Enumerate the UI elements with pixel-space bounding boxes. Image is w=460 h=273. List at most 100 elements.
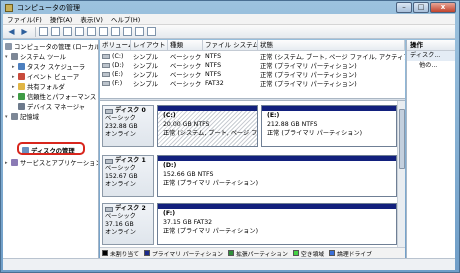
tree-item-device-manager[interactable]: デバイス マネージャ	[18, 102, 85, 111]
actions-pane: 操作 ディスク... 他の...	[406, 40, 455, 258]
disk-label[interactable]: ディスク 0 ベーシック 232.88 GB オンライン	[102, 105, 154, 147]
status-cell: 正常 (プライマリ パーティション)	[260, 81, 357, 88]
forward-button[interactable]: ▶	[19, 27, 30, 37]
disk-row-0: ディスク 0 ベーシック 232.88 GB オンライン (C:) 20.00 …	[100, 103, 398, 151]
disk-status: オンライン	[105, 131, 136, 138]
tree-label: コンピュータの管理 (ローカル)	[14, 44, 99, 51]
table-row[interactable]: (C:) シンプル ベーシック NTFS 正常 (システム, ブート, ページ …	[100, 52, 405, 61]
tree-item-computer-management[interactable]: コンピュータの管理 (ローカル)	[5, 42, 99, 51]
disk-label[interactable]: ディスク 2 ベーシック 37.16 GB オンライン	[102, 203, 154, 245]
table-row[interactable]: (F:) シンプル ベーシック FAT32 正常 (プライマリ パーティション)	[100, 79, 405, 88]
menu-action[interactable]: 操作(A)	[46, 14, 77, 24]
delete-icon[interactable]	[135, 27, 144, 36]
table-row[interactable]: (E:) シンプル ベーシック NTFS 正常 (プライマリ パーティション)	[100, 70, 405, 79]
disk-name-row: ディスク 2	[105, 205, 151, 213]
minimize-button[interactable]: –	[396, 2, 412, 13]
type-cell: ベーシック	[170, 72, 202, 79]
performance-icon	[18, 93, 25, 100]
disk-size: 37.16 GB	[105, 221, 134, 228]
tree-item-reliability-performance[interactable]: ▸ 信頼性とパフォーマンス	[12, 92, 96, 101]
column-header-type[interactable]: 種類	[168, 40, 203, 50]
volume-list: (C:) シンプル ベーシック NTFS 正常 (システム, ブート, ページ …	[100, 52, 405, 98]
tree-label: システム ツール	[20, 54, 66, 61]
export-list-icon[interactable]	[87, 27, 96, 36]
disk-label[interactable]: ディスク 1 ベーシック 152.67 GB オンライン	[102, 155, 154, 197]
volume-cell: (F:)	[100, 80, 131, 87]
legend-swatch	[228, 250, 235, 256]
partition-d[interactable]: (D:) 152.66 GB NTFS 正常 (プライマリ パーティション)	[157, 155, 397, 197]
services-icon	[11, 159, 18, 166]
menu-file[interactable]: ファイル(F)	[3, 14, 46, 24]
scrollbar-thumb[interactable]	[399, 109, 405, 169]
partition-f[interactable]: (F:) 37.15 GB FAT32 正常 (プライマリ パーティション)	[157, 203, 397, 245]
status-bar	[3, 258, 455, 270]
toolbar-separator	[35, 26, 36, 37]
tree-item-shared-folders[interactable]: ▸ 共有フォルダ	[12, 82, 65, 91]
close-button[interactable]: x	[430, 2, 456, 13]
settings-icon[interactable]	[147, 27, 156, 36]
layout-cell: シンプル	[133, 63, 158, 70]
tree-item-storage[interactable]: ▾ 記憶域	[5, 112, 39, 121]
legend-item-extended: 拡張パーティション	[228, 249, 288, 258]
partition-e[interactable]: (E:) 212.88 GB NTFS 正常 (プライマリ パーティション)	[261, 105, 397, 147]
actions-header: 操作	[407, 40, 455, 51]
disk-legend: 未割り当て プライマリ パーティション 拡張パーティション 空き領域 論理ドライ…	[100, 247, 405, 258]
refresh-icon[interactable]	[111, 27, 120, 36]
disk-row-2: ディスク 2 ベーシック 37.16 GB オンライン (F:) 37.15 G…	[100, 201, 398, 246]
disk-row-1: ディスク 1 ベーシック 152.67 GB オンライン (D:) 152.66…	[100, 153, 398, 199]
disk-type: ベーシック	[105, 213, 136, 220]
filesystem-cell: FAT32	[205, 80, 224, 87]
back-button[interactable]: ◀	[6, 27, 17, 37]
actions-more-item[interactable]: 他の...	[407, 61, 455, 71]
actions-section-disk-management[interactable]: ディスク...	[407, 51, 455, 61]
toolbar: ◀ ▶	[3, 25, 455, 39]
legend-label: 論理ドライブ	[337, 251, 372, 258]
center-pane: ボリューム レイアウト 種類 ファイル システム 状態 (C:) シンプル ベー…	[100, 40, 405, 258]
partition-c[interactable]: (C:) 20.00 GB NTFS 正常 (システム, ブート, ページ ファ…	[157, 105, 258, 147]
tree-item-event-viewer[interactable]: ▸ イベント ビューア	[12, 72, 79, 81]
column-header-filesystem[interactable]: ファイル システム	[203, 40, 258, 50]
partition-status: 正常 (プライマリ パーティション)	[163, 180, 259, 187]
volume-name: (D:)	[112, 62, 124, 69]
disk-name-row: ディスク 0	[105, 107, 151, 115]
event-log-icon	[18, 73, 25, 80]
window-controls: – □ x	[395, 2, 456, 13]
column-header-volume[interactable]: ボリューム	[100, 40, 131, 50]
properties-icon[interactable]	[63, 27, 72, 36]
tree-label: 信頼性とパフォーマンス	[27, 94, 97, 101]
disk-view-scrollbar[interactable]	[397, 101, 405, 247]
filesystem-cell: NTFS	[205, 62, 222, 69]
volume-cell: (C:)	[100, 53, 131, 60]
partition-status: 正常 (プライマリ パーティション)	[163, 228, 259, 235]
disk-name: ディスク 1	[115, 157, 146, 164]
table-row[interactable]: (D:) シンプル ベーシック NTFS 正常 (プライマリ パーティション)	[100, 61, 405, 70]
clock-icon	[18, 63, 25, 70]
filesystem-cell: NTFS	[205, 71, 222, 78]
connect-icon[interactable]	[123, 27, 132, 36]
show-hide-tree-icon[interactable]	[51, 27, 60, 36]
tree-item-system-tools[interactable]: ▾ システム ツール	[5, 52, 66, 61]
volume-cell: (E:)	[100, 71, 131, 78]
disk-size: 152.67 GB	[105, 173, 138, 180]
maximize-button[interactable]: □	[413, 2, 429, 13]
disk-graphical-view: ディスク 0 ベーシック 232.88 GB オンライン (C:) 20.00 …	[100, 101, 405, 246]
help-icon[interactable]	[75, 27, 84, 36]
menu-view[interactable]: 表示(V)	[76, 14, 107, 24]
partition-status: 正常 (プライマリ パーティション)	[267, 130, 363, 137]
disk-name: ディスク 0	[115, 107, 146, 114]
tree-item-task-scheduler[interactable]: ▸ タスク スケジューラ	[12, 62, 85, 71]
up-folder-icon[interactable]	[39, 27, 48, 36]
menu-bar: ファイル(F) 操作(A) 表示(V) ヘルプ(H)	[3, 14, 455, 25]
column-header-layout[interactable]: レイアウト	[131, 40, 168, 50]
view-toggle-icon[interactable]	[99, 27, 108, 36]
tree-label: 共有フォルダ	[27, 84, 65, 91]
menu-help[interactable]: ヘルプ(H)	[107, 14, 144, 24]
device-manager-icon	[18, 103, 25, 110]
type-cell: ベーシック	[170, 63, 202, 70]
tree-item-services-applications[interactable]: ▸ サービスとアプリケーション	[5, 158, 98, 167]
column-header-status[interactable]: 状態	[258, 40, 405, 50]
legend-item-free-space: 空き領域	[292, 249, 324, 258]
title-bar[interactable]: コンピュータの管理 – □ x	[1, 1, 459, 15]
shared-folder-icon	[18, 83, 25, 90]
volume-name: (F:)	[112, 80, 123, 87]
